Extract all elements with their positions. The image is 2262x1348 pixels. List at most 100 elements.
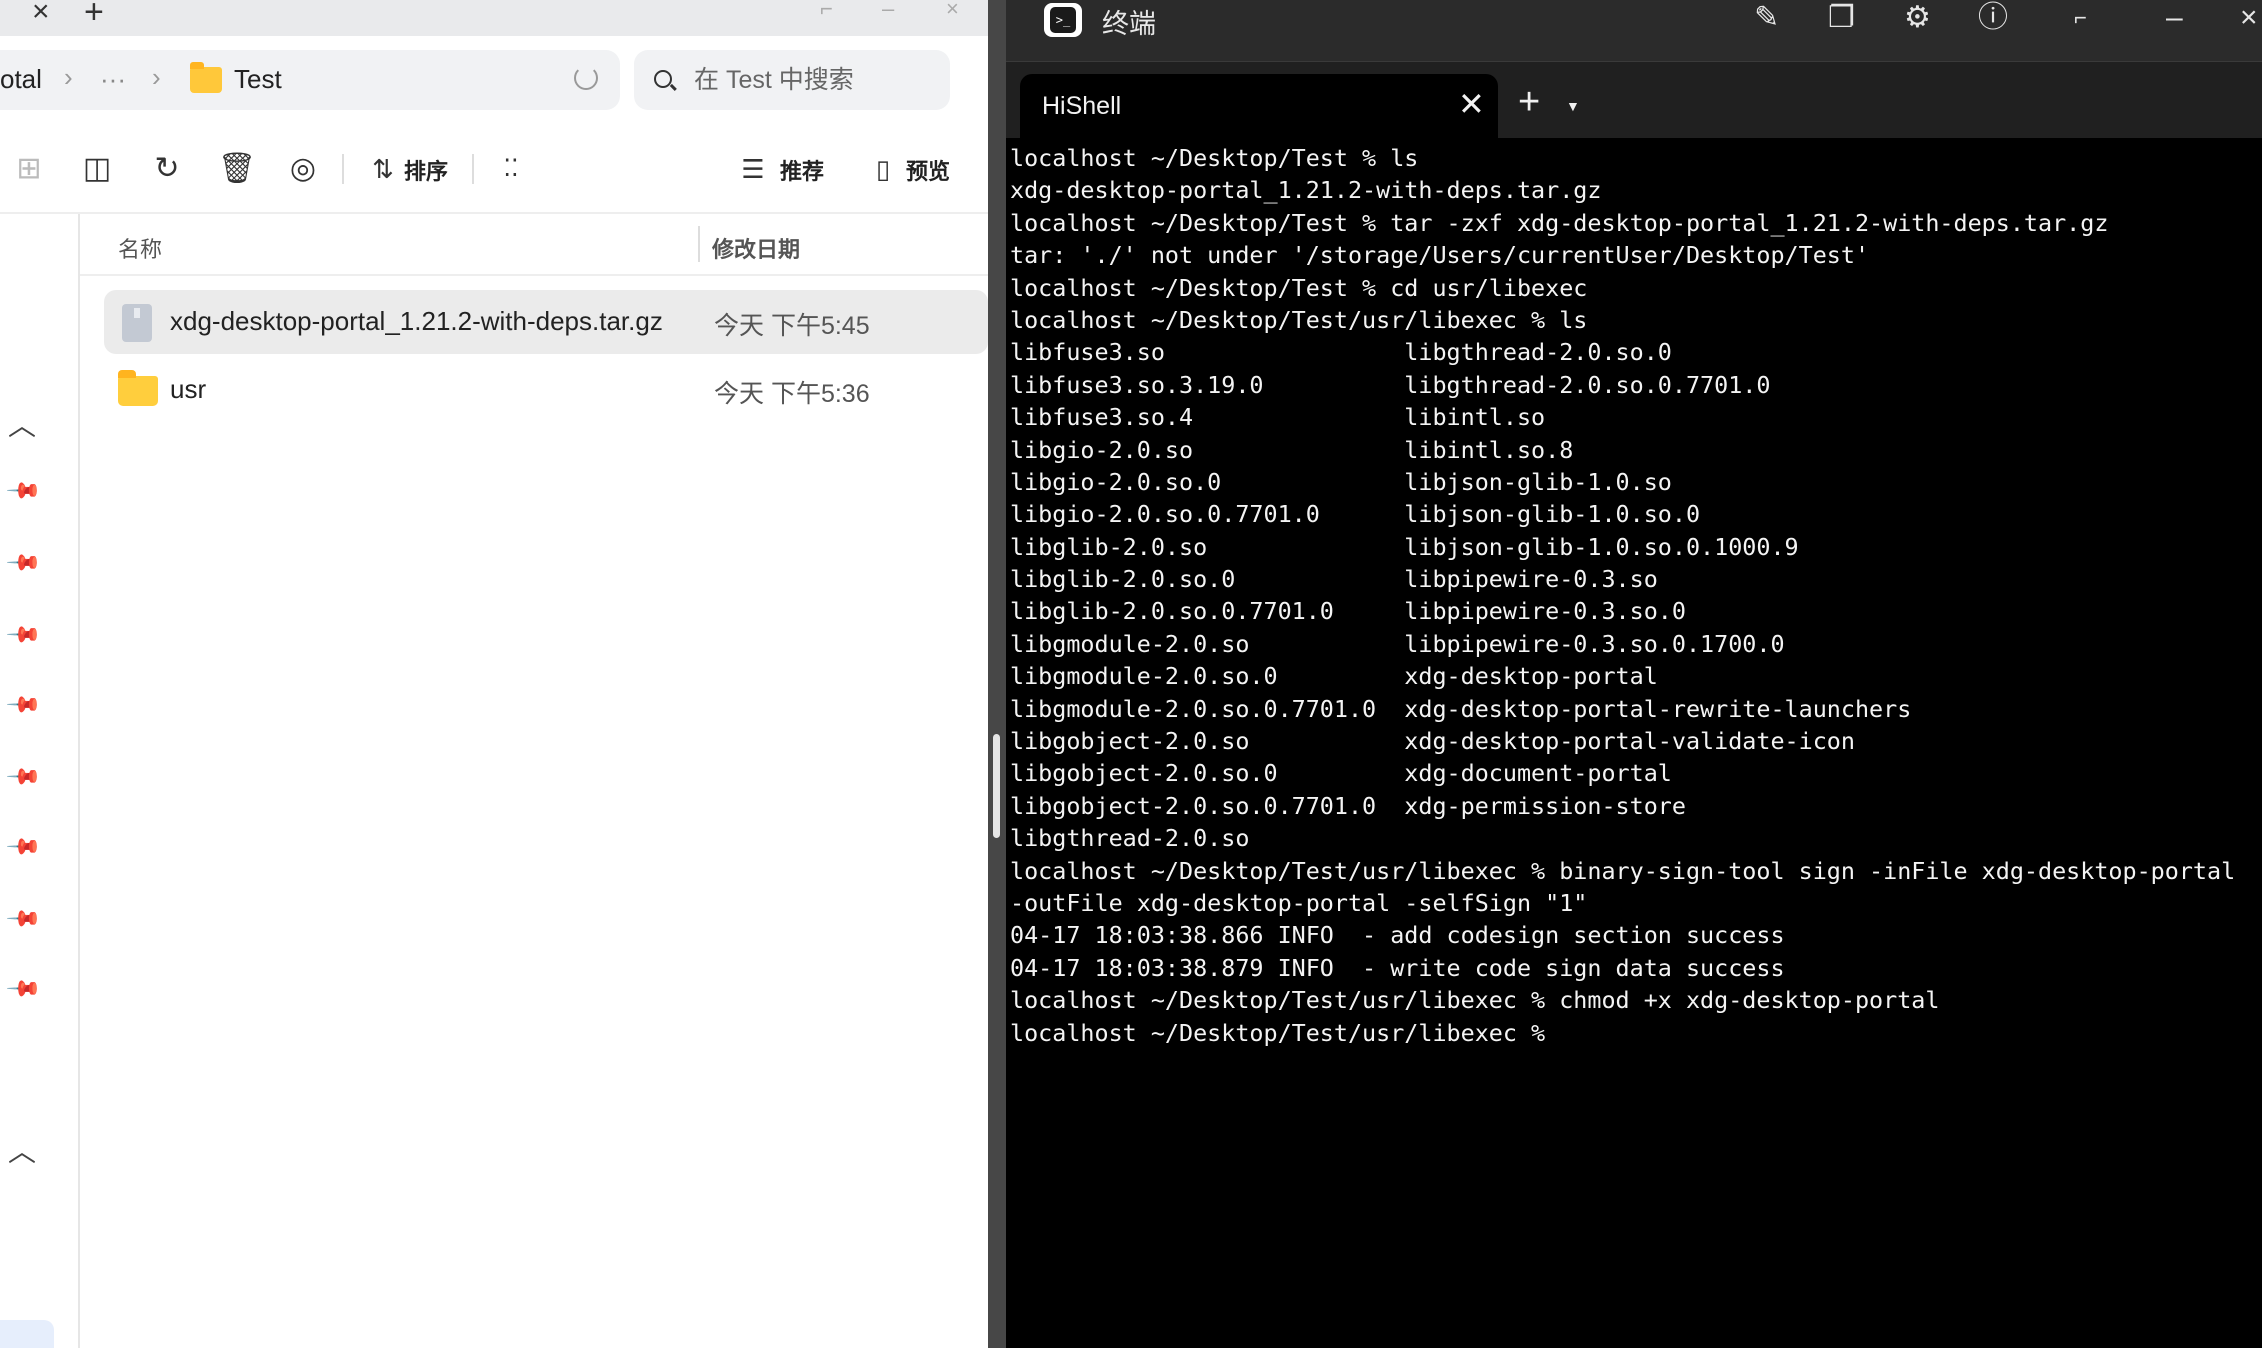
terminal-line: xdg-desktop-portal_1.21.2-with-deps.tar.… bbox=[1010, 176, 1602, 205]
close-window-icon[interactable]: × bbox=[2240, 0, 2258, 36]
resize-handle[interactable] bbox=[993, 734, 1000, 838]
help-icon[interactable]: ⓘ bbox=[1978, 0, 2008, 36]
toolbar-divider bbox=[472, 154, 474, 184]
search-input[interactable] bbox=[694, 62, 934, 98]
column-name[interactable]: 名称 bbox=[118, 232, 162, 264]
chevron-up-icon[interactable]: ︿ bbox=[8, 404, 36, 444]
edit-icon[interactable]: ✎ bbox=[1754, 0, 1779, 36]
minimize-icon[interactable]: – bbox=[2166, 0, 2183, 36]
terminal-window: 终端 ✎ ❐ ⚙ ⓘ ⌐ – × HiShell ✕ + ▼ localhost… bbox=[1006, 0, 2262, 1348]
breadcrumb-root[interactable]: otal bbox=[0, 64, 42, 95]
file-toolbar: ⊞ ◫ ↻ 🗑 ◎ ⇅ 排序 ⁚⁚ ☰ 推荐 ▯ 预览 bbox=[0, 124, 988, 214]
terminal-tab-bar: HiShell ✕ + ▼ bbox=[1006, 62, 2262, 138]
pin-icon[interactable]: 📌 bbox=[5, 758, 43, 796]
terminal-line: libgmodule-2.0.so.0.7701.0 xdg-desktop-p… bbox=[1010, 694, 1912, 723]
terminal-line: libgmodule-2.0.so libpipewire-0.3.so.0.1… bbox=[1010, 629, 1785, 658]
terminal-line: libgmodule-2.0.so.0 xdg-desktop-portal bbox=[1010, 662, 1658, 691]
close-icon[interactable]: ✕ bbox=[1458, 86, 1485, 122]
close-window-icon[interactable]: × bbox=[946, 0, 959, 22]
file-modified: 今天 下午5:36 bbox=[714, 380, 870, 408]
windows-icon[interactable]: ❐ bbox=[1828, 0, 1855, 36]
terminal-line: libglib-2.0.so libjson-glib-1.0.so.0.100… bbox=[1010, 532, 1799, 561]
terminal-titlebar: 终端 ✎ ❐ ⚙ ⓘ ⌐ – × bbox=[1006, 0, 2262, 62]
new-tab-icon[interactable]: + bbox=[84, 0, 104, 29]
file-manager-window: × + ⌐ – × otal › ··· › Test ⊞ ◫ ↻ 🗑 ◎ ⇅ … bbox=[0, 0, 988, 1348]
add-tab-icon[interactable]: + bbox=[1518, 83, 1540, 121]
folder-icon bbox=[190, 62, 222, 93]
restore-icon[interactable]: ⌐ bbox=[820, 0, 833, 22]
restore-icon[interactable]: ⌐ bbox=[2074, 0, 2087, 36]
terminal-line: localhost ~/Desktop/Test/usr/libexec % l… bbox=[1010, 305, 1588, 334]
view-mode-icon[interactable]: ⁚⁚ bbox=[494, 152, 528, 186]
file-manager-titlebar: × + ⌐ – × bbox=[0, 0, 988, 36]
file-name: xdg-desktop-portal_1.21.2-with-deps.tar.… bbox=[170, 306, 663, 336]
window-divider[interactable] bbox=[988, 0, 1006, 1348]
search-box[interactable] bbox=[634, 50, 950, 110]
search-icon bbox=[654, 70, 672, 88]
column-divider[interactable] bbox=[698, 226, 700, 262]
terminal-line: libglib-2.0.so.0 libpipewire-0.3.so bbox=[1010, 565, 1658, 594]
terminal-line: libfuse3.so libgthread-2.0.so.0 bbox=[1010, 338, 1672, 367]
delete-icon[interactable]: 🗑 bbox=[218, 152, 256, 186]
chevron-up-icon[interactable]: ︿ bbox=[8, 1130, 36, 1170]
folder-icon bbox=[118, 370, 158, 406]
refresh-icon[interactable] bbox=[574, 66, 598, 90]
chevron-right-icon: › bbox=[64, 62, 73, 92]
preview-button[interactable]: 预览 bbox=[906, 154, 950, 186]
terminal-line: libgobject-2.0.so.0.7701.0 xdg-permissio… bbox=[1010, 791, 1686, 820]
terminal-line: localhost ~/Desktop/Test/usr/libexec % bbox=[1010, 1018, 1546, 1047]
archive-icon bbox=[122, 304, 152, 342]
terminal-line: libgio-2.0.so.0 libjson-glib-1.0.so bbox=[1010, 467, 1672, 496]
select-icon[interactable]: ◎ bbox=[286, 152, 320, 186]
breadcrumb-ellipsis[interactable]: ··· bbox=[100, 64, 126, 95]
terminal-app-title: 终端 bbox=[1102, 9, 1156, 39]
column-modified[interactable]: 修改日期 bbox=[712, 232, 800, 264]
terminal-line: libgio-2.0.so.0.7701.0 libjson-glib-1.0.… bbox=[1010, 500, 1701, 529]
pin-icon[interactable]: 📌 bbox=[5, 616, 43, 654]
caret-down-icon[interactable]: ▼ bbox=[1566, 98, 1580, 114]
terminal-line: -outFile xdg-desktop-portal -selfSign "1… bbox=[1010, 888, 1588, 917]
terminal-line: libglib-2.0.so.0.7701.0 libpipewire-0.3.… bbox=[1010, 597, 1686, 626]
terminal-line: libgio-2.0.so libintl.so.8 bbox=[1010, 435, 1574, 464]
pin-icon[interactable]: 📌 bbox=[5, 544, 43, 582]
pin-icon[interactable]: 📌 bbox=[5, 828, 43, 866]
terminal-line: tar: './' not under '/storage/Users/curr… bbox=[1010, 241, 1870, 270]
copy-icon[interactable]: ◫ bbox=[80, 152, 114, 186]
file-name: usr bbox=[170, 374, 207, 404]
terminal-line: localhost ~/Desktop/Test % cd usr/libexe… bbox=[1010, 273, 1588, 302]
sort-button[interactable]: 排序 bbox=[404, 154, 448, 186]
sort-icon[interactable]: ⇅ bbox=[366, 152, 400, 186]
toolbar-divider bbox=[342, 154, 344, 184]
tab-hishell[interactable]: HiShell ✕ bbox=[1020, 74, 1498, 138]
new-item-icon[interactable]: ⊞ bbox=[12, 152, 46, 186]
minimize-icon[interactable]: – bbox=[882, 0, 894, 22]
terminal-line: 04-17 18:03:38.866 INFO - add codesign s… bbox=[1010, 921, 1785, 950]
sidebar-selected-indicator[interactable] bbox=[0, 1320, 54, 1348]
terminal-output[interactable]: localhost ~/Desktop/Test % ls xdg-desktop… bbox=[1010, 142, 2262, 1348]
file-row[interactable]: usr 今天 下午5:36 bbox=[104, 358, 988, 422]
file-list-header: 名称 修改日期 bbox=[80, 214, 988, 276]
address-bar[interactable]: otal › ··· › Test bbox=[0, 50, 620, 110]
recommend-button[interactable]: 推荐 bbox=[780, 154, 824, 186]
terminal-line: localhost ~/Desktop/Test/usr/libexec % b… bbox=[1010, 856, 2236, 885]
preview-icon[interactable]: ▯ bbox=[866, 152, 900, 186]
breadcrumb-current[interactable]: Test bbox=[234, 64, 282, 95]
pin-icon[interactable]: 📌 bbox=[5, 970, 43, 1008]
file-row[interactable]: xdg-desktop-portal_1.21.2-with-deps.tar.… bbox=[104, 290, 988, 354]
terminal-line: libfuse3.so.3.19.0 libgthread-2.0.so.0.7… bbox=[1010, 370, 1771, 399]
pin-icon[interactable]: 📌 bbox=[5, 686, 43, 724]
terminal-app-icon bbox=[1044, 3, 1082, 37]
terminal-line: 04-17 18:03:38.879 INFO - write code sig… bbox=[1010, 953, 1785, 982]
close-tab-icon[interactable]: × bbox=[32, 0, 50, 27]
terminal-line: libgobject-2.0.so xdg-desktop-portal-val… bbox=[1010, 727, 1855, 756]
pin-icon[interactable]: 📌 bbox=[5, 900, 43, 938]
share-icon[interactable]: ↻ bbox=[150, 152, 184, 186]
chevron-right-icon: › bbox=[152, 62, 161, 92]
pin-icon[interactable]: 📌 bbox=[5, 472, 43, 510]
terminal-line: libgthread-2.0.so bbox=[1010, 824, 1250, 853]
file-modified: 今天 下午5:45 bbox=[714, 312, 870, 340]
recommend-icon[interactable]: ☰ bbox=[736, 152, 770, 186]
settings-icon[interactable]: ⚙ bbox=[1904, 0, 1931, 36]
terminal-line: localhost ~/Desktop/Test % tar -zxf xdg-… bbox=[1010, 208, 2109, 237]
sidebar: ︿ 📌 📌 📌 📌 📌 📌 📌 📌 ︿ bbox=[0, 214, 80, 1348]
